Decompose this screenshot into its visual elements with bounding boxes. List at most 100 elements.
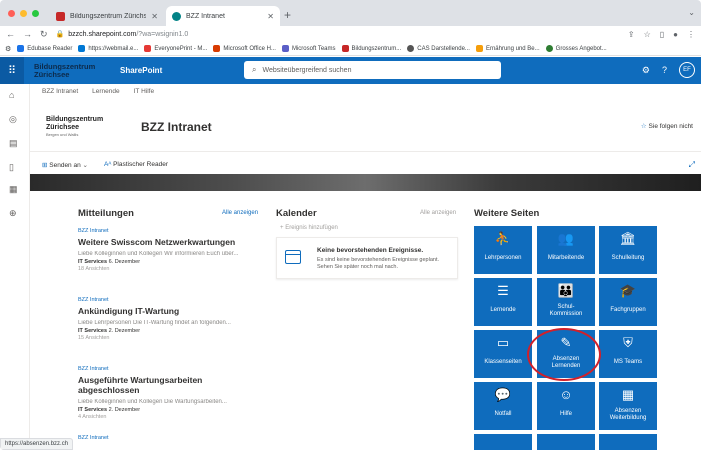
tab-title: Bildungszentrum Zürichsee: G xyxy=(70,12,147,20)
tile-klassenseiten[interactable]: ▭ Klassenseiten xyxy=(474,330,532,378)
bookmark-item[interactable]: https://webmail.e... xyxy=(78,45,138,52)
file-icon[interactable]: ▯ xyxy=(9,162,14,173)
bookmark-item[interactable]: Microsoft Office H... xyxy=(213,45,276,52)
add-circle-icon[interactable]: ⊕ xyxy=(9,208,17,219)
expand-icon[interactable]: ⤢ xyxy=(689,160,695,170)
help-question-icon[interactable]: ? xyxy=(662,65,667,75)
news-icon[interactable]: ▤ xyxy=(9,138,18,149)
site-logo[interactable]: Bildungszentrum Zürichsee Bergen und Wal… xyxy=(46,116,128,140)
bookmark-item[interactable]: EveryonePrint - M... xyxy=(144,45,207,52)
bookmark-favicon-icon xyxy=(78,45,86,52)
close-window-button[interactable] xyxy=(8,10,15,17)
forward-arrow-icon[interactable]: → xyxy=(23,29,32,39)
calendar-see-all-link[interactable]: Alle anzeigen xyxy=(420,210,456,216)
share-icon[interactable]: ⇪ xyxy=(628,30,635,39)
bookmark-item[interactable]: Microsoft Teams xyxy=(281,45,336,52)
reload-icon[interactable]: ↻ xyxy=(40,29,48,40)
building-icon: 🏛 xyxy=(619,231,637,246)
follow-button[interactable]: ☆ Sie folgen nicht xyxy=(641,122,693,130)
tile-lernende[interactable]: ☰ Lernende xyxy=(474,278,532,326)
close-tab-icon[interactable]: ✕ xyxy=(267,12,274,21)
bookmark-item[interactable]: Bildungszentrum... xyxy=(341,45,401,52)
tab-bzz-intranet[interactable]: BZZ Intranet ✕ xyxy=(166,6,280,26)
tile-lehrpersonen[interactable]: ⛹ Lehrpersonen xyxy=(474,226,532,274)
new-tab-button[interactable]: + xyxy=(284,8,291,22)
title-bar: Bildungszentrum Zürichsee: G ✕ BZZ Intra… xyxy=(0,0,701,26)
globe-icon[interactable]: ◎ xyxy=(9,114,17,125)
maximize-window-button[interactable] xyxy=(32,10,39,17)
tile-absenzen-weiterbildung[interactable]: ▦ Absenzen Weiterbildung xyxy=(599,382,657,430)
news-item[interactable]: BZZ Intranet xyxy=(78,435,264,441)
site-header: Bildungszentrum Zürichsee Bergen und Wal… xyxy=(30,100,701,152)
share-icon: ⊞ xyxy=(42,162,48,169)
browser-toolbar: ← → ↻ 🔒 bzzch.sharepoint.com/?wa=wsignin… xyxy=(0,26,701,42)
search-icon: ⌕ xyxy=(252,65,257,74)
nav-link-lernende[interactable]: Lernende xyxy=(92,88,119,95)
bookmark-item[interactable]: Edubase Reader xyxy=(17,45,72,52)
bookmark-favicon-icon xyxy=(144,45,152,52)
settings-gear-icon[interactable]: ⚙ xyxy=(642,65,650,76)
menu-icon[interactable]: ⋮ xyxy=(687,30,695,39)
profile-icon[interactable]: ● xyxy=(673,30,678,39)
tile-schulleitung[interactable]: 🏛 Schulleitung xyxy=(599,226,657,274)
bookmarks-bar: ⚙ Edubase Reader https://webmail.e... Ev… xyxy=(0,42,701,56)
news-item[interactable]: BZZ Intranet Ausgeführte Wartungsarbeite… xyxy=(78,366,264,420)
bookmark-item[interactable]: Ernährung und Be... xyxy=(475,45,540,52)
home-icon[interactable]: ⌂ xyxy=(9,90,14,100)
search-box[interactable]: ⌕ Websiteübergreifend suchen xyxy=(244,61,501,79)
tile-hilfe[interactable]: ☺ Hilfe xyxy=(537,382,595,430)
nav-link-it-hilfe[interactable]: IT Hilfe xyxy=(134,88,154,95)
minimize-window-button[interactable] xyxy=(20,10,27,17)
search-placeholder: Websiteübergreifend suchen xyxy=(262,66,352,74)
bookmark-item[interactable]: Grosses Angebot... xyxy=(545,45,607,52)
tile-ms-teams[interactable]: ⛨ MS Teams xyxy=(599,330,657,378)
sharepoint-link[interactable]: SharePoint xyxy=(120,66,162,75)
calendar-icon: ▦ xyxy=(621,387,635,402)
staff-icon: 👥 xyxy=(557,231,575,246)
app-launcher-icon[interactable]: ⠿ xyxy=(0,57,24,84)
chevron-down-icon[interactable]: ⌄ xyxy=(688,8,695,17)
tile-more-2[interactable] xyxy=(537,434,595,450)
suite-logo[interactable]: Bildungszentrum Zürichsee xyxy=(34,60,108,82)
page-title: BZZ Intranet xyxy=(141,120,212,134)
tile-notfall[interactable]: 💬 Notfall xyxy=(474,382,532,430)
breadcrumb: BZZ Intranet Lernende IT Hilfe xyxy=(42,88,154,95)
tile-fachgruppen[interactable]: 🎓 Fachgruppen xyxy=(599,278,657,326)
commission-icon: 👪 xyxy=(557,283,575,298)
close-tab-icon[interactable]: ✕ xyxy=(151,12,158,21)
news-see-all-link[interactable]: Alle anzeigen xyxy=(222,210,258,216)
back-arrow-icon[interactable]: ← xyxy=(6,29,15,39)
help-icon: ☺ xyxy=(559,387,573,402)
tile-schulkommission[interactable]: 👪 Schul- Kommission xyxy=(537,278,595,326)
send-to-button[interactable]: ⊞ Senden an ⌄ xyxy=(42,161,88,169)
window-controls xyxy=(8,10,39,17)
nav-link-bzz-intranet[interactable]: BZZ Intranet xyxy=(42,88,78,95)
tile-mitarbeitende[interactable]: 👥 Mitarbeitende xyxy=(537,226,595,274)
app-bar: ⌂ ◎ ▤ ▯ ▦ ⊕ xyxy=(0,84,30,450)
bookmark-item[interactable]: CAS Darstellende... xyxy=(407,45,470,52)
star-icon: ☆ xyxy=(640,123,647,130)
list-icon[interactable]: ▦ xyxy=(9,184,18,195)
command-bar: ⊞ Senden an ⌄ Aᴬ Plastischer Reader xyxy=(42,161,168,169)
news-heading: Mitteilungen xyxy=(78,208,134,219)
suite-bar-actions: ⚙ ? EF xyxy=(642,62,695,78)
reader-icon: Aᴬ xyxy=(103,161,112,168)
apps-icon[interactable]: ⚙ xyxy=(5,45,11,53)
avatar[interactable]: EF xyxy=(679,62,695,78)
teacher-icon: ⛹ xyxy=(494,231,512,246)
bookmark-favicon-icon xyxy=(407,45,415,52)
more-pages-heading: Weitere Seiten xyxy=(474,208,540,219)
tab-bildungszentrum[interactable]: Bildungszentrum Zürichsee: G ✕ xyxy=(50,6,164,26)
tile-more-3[interactable] xyxy=(599,434,657,450)
browser-window: Bildungszentrum Zürichsee: G ✕ BZZ Intra… xyxy=(0,0,701,450)
add-event-button[interactable]: + Ereignis hinzufügen xyxy=(280,225,338,231)
news-item[interactable]: BZZ Intranet Weitere Swisscom Netzwerkwa… xyxy=(78,228,264,272)
bookmark-star-icon[interactable]: ☆ xyxy=(644,30,651,39)
tile-more-1[interactable] xyxy=(474,434,532,450)
immersive-reader-button[interactable]: Aᴬ Plastischer Reader xyxy=(104,161,168,169)
sidebar-icon[interactable]: ▯ xyxy=(660,30,664,39)
bookmark-favicon-icon xyxy=(341,45,349,52)
news-item[interactable]: BZZ Intranet Ankündigung IT-Wartung Lieb… xyxy=(78,297,264,341)
class-page-icon: ▭ xyxy=(496,335,510,350)
address-bar[interactable]: 🔒 bzzch.sharepoint.com/?wa=wsignin1.0 xyxy=(56,30,189,39)
